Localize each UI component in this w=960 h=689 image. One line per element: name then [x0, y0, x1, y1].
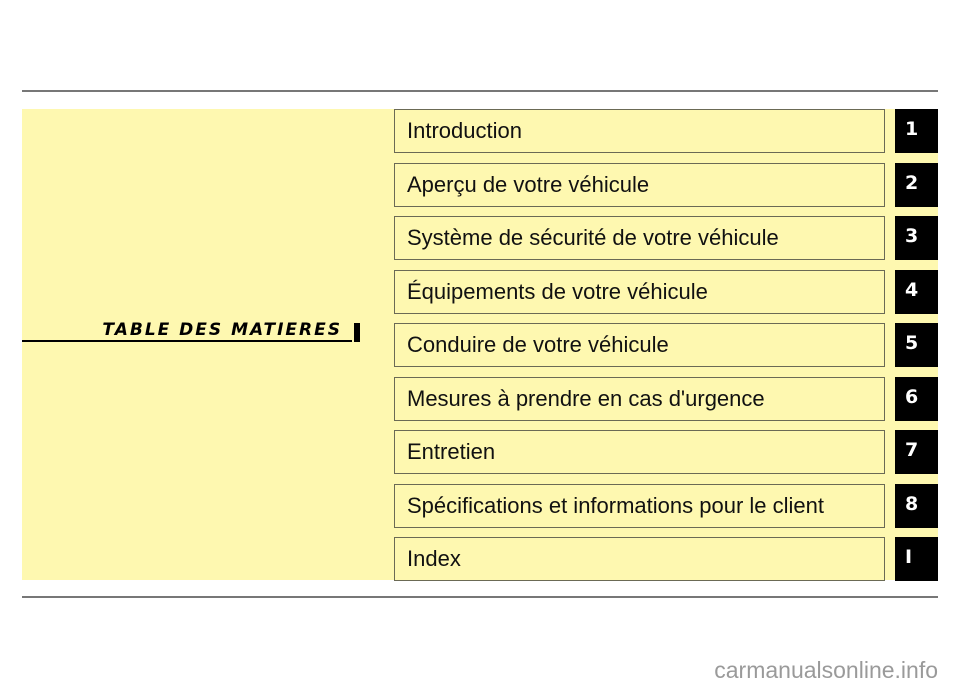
- chapter-link[interactable]: Conduire de votre véhicule: [394, 323, 885, 367]
- chapter-tab-number: I: [905, 546, 913, 568]
- chapter-label: Index: [407, 546, 461, 571]
- toc-heading-text: TABLE DES MATIERES: [102, 320, 342, 340]
- chapter-tab[interactable]: 2: [895, 163, 938, 207]
- chapter-label: Entretien: [407, 439, 496, 464]
- chapter-label: Mesures à prendre en cas d'urgence: [407, 386, 765, 411]
- chapter-link[interactable]: Mesures à prendre en cas d'urgence: [394, 377, 885, 421]
- chapter-tab-number: 8: [905, 493, 919, 515]
- bottom-divider: [22, 596, 938, 598]
- chapter-tab[interactable]: 4: [895, 270, 938, 314]
- chapter-tab[interactable]: 7: [895, 430, 938, 474]
- chapter-tab[interactable]: I: [895, 537, 938, 581]
- chapter-tab-number: 2: [905, 172, 919, 194]
- chapter-tab[interactable]: 1: [895, 109, 938, 153]
- chapter-label: Introduction: [407, 118, 522, 143]
- chapter-tab-number: 5: [905, 332, 919, 354]
- chapter-tab[interactable]: 8: [895, 484, 938, 528]
- watermark: carmanualsonline.info: [714, 657, 938, 683]
- chapter-link[interactable]: Aperçu de votre véhicule: [394, 163, 885, 207]
- chapter-link[interactable]: Index: [394, 537, 885, 581]
- chapter-tab[interactable]: 3: [895, 216, 938, 260]
- chapter-label: Système de sécurité de votre véhicule: [407, 225, 779, 250]
- chapter-link[interactable]: Introduction: [394, 109, 885, 153]
- chapter-tab-number: 4: [905, 279, 919, 301]
- heading-underline: [22, 340, 352, 342]
- chapter-label: Équipements de votre véhicule: [407, 279, 708, 304]
- chapter-tab-number: 6: [905, 386, 919, 408]
- chapter-link[interactable]: Équipements de votre véhicule: [394, 270, 885, 314]
- chapter-label: Aperçu de votre véhicule: [407, 172, 650, 197]
- chapter-link[interactable]: Spécifications et informations pour le c…: [394, 484, 885, 528]
- toc-heading: TABLE DES MATIERES: [22, 320, 360, 342]
- chapter-tab-number: 7: [905, 439, 919, 461]
- chapter-tab[interactable]: 5: [895, 323, 938, 367]
- chapter-tab-number: 3: [905, 225, 919, 247]
- chapter-label: Spécifications et informations pour le c…: [407, 493, 824, 518]
- chapter-link[interactable]: Système de sécurité de votre véhicule: [394, 216, 885, 260]
- chapter-tab[interactable]: 6: [895, 377, 938, 421]
- chapter-tab-number: 1: [905, 118, 919, 140]
- heading-bar: [354, 323, 360, 342]
- chapter-link[interactable]: Entretien: [394, 430, 885, 474]
- chapter-label: Conduire de votre véhicule: [407, 332, 669, 357]
- top-divider: [22, 90, 938, 92]
